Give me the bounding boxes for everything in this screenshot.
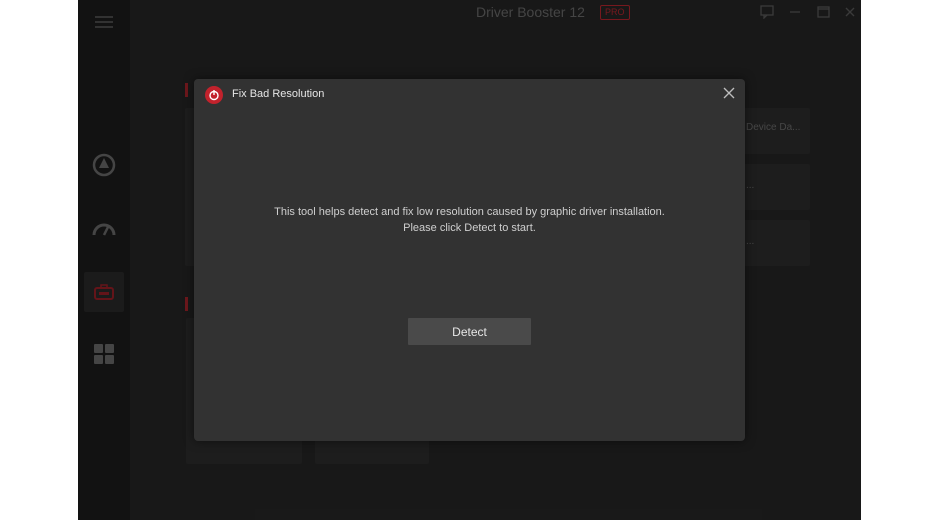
app-window: Driver Booster 12 PRO Device Da... ... .… bbox=[78, 0, 861, 520]
message-line-1: This tool helps detect and fix low resol… bbox=[274, 206, 665, 218]
dialog-title: Fix Bad Resolution bbox=[232, 88, 325, 100]
detect-button[interactable]: Detect bbox=[408, 318, 531, 345]
fix-bad-resolution-dialog: Fix Bad Resolution This tool helps detec… bbox=[194, 79, 745, 441]
close-icon[interactable] bbox=[721, 85, 737, 101]
app-logo-icon bbox=[205, 86, 223, 104]
message-line-2: Please click Detect to start. bbox=[403, 222, 536, 234]
dialog-message: This tool helps detect and fix low resol… bbox=[194, 204, 745, 236]
